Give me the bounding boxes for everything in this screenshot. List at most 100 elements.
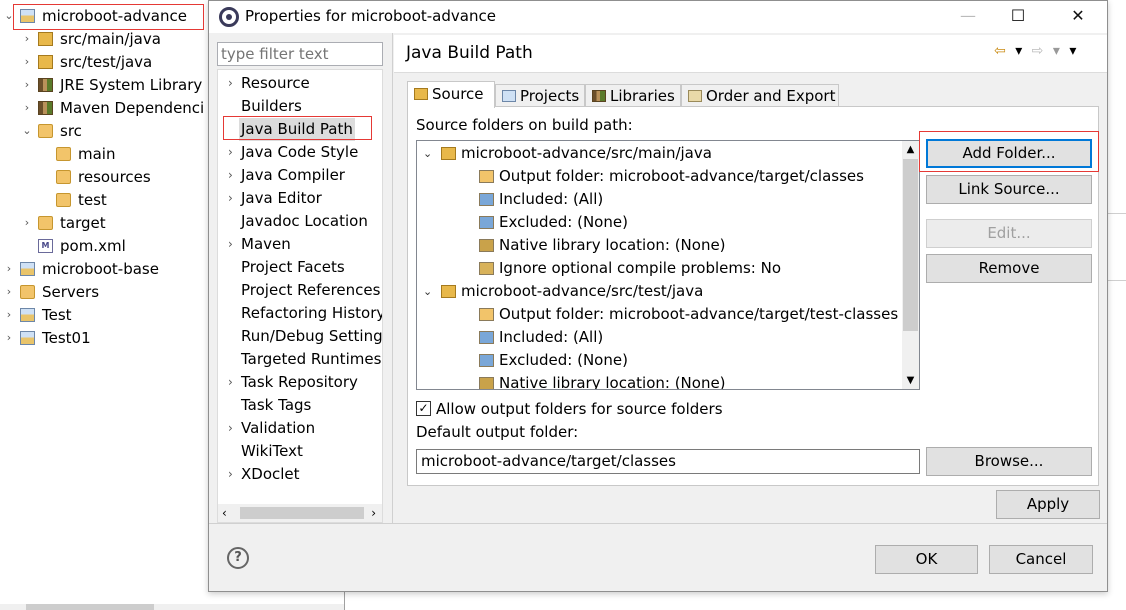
nav-item[interactable]: Task Tags: [218, 394, 382, 417]
dialog-titlebar[interactable]: Properties for microboot-advance — ☐ ✕: [209, 1, 1107, 33]
edit-button[interactable]: Edit...: [926, 219, 1092, 248]
scrollbar-thumb[interactable]: [240, 507, 364, 519]
nav-item[interactable]: › Resource: [218, 72, 382, 95]
browse-button[interactable]: Browse...: [926, 447, 1092, 476]
chevron-down-icon[interactable]: ⌄: [22, 120, 32, 142]
tab-order-and-export[interactable]: Order and Export: [681, 84, 839, 107]
chevron-right-icon[interactable]: ›: [4, 304, 14, 326]
scroll-down-icon[interactable]: ▼: [902, 372, 919, 389]
explorer-item-label: main: [78, 145, 116, 163]
source-folder-entry[interactable]: ⌄ microboot-advance/src/main/java: [417, 142, 901, 165]
allow-output-folders-checkbox[interactable]: ✓: [416, 401, 431, 416]
background-editor: [1108, 0, 1126, 610]
chevron-right-icon[interactable]: ›: [228, 187, 233, 210]
nav-item-label: Task Repository: [241, 373, 358, 391]
explorer-horizontal-scrollbar[interactable]: [0, 604, 345, 610]
nav-item[interactable]: › Validation: [218, 417, 382, 440]
minimize-button[interactable]: —: [945, 1, 991, 33]
history-navigation: ⇦ ▾ ⇨ ▾ ▾: [994, 43, 1081, 59]
chevron-right-icon[interactable]: ›: [4, 327, 14, 349]
chevron-right-icon[interactable]: ›: [228, 417, 233, 440]
tab-projects[interactable]: Projects: [495, 84, 585, 107]
chevron-right-icon[interactable]: ›: [4, 258, 14, 280]
scrollbar-thumb[interactable]: [903, 159, 918, 331]
nav-item[interactable]: Builders: [218, 95, 382, 118]
chevron-right-icon[interactable]: ›: [228, 463, 233, 486]
nav-item[interactable]: Refactoring History: [218, 302, 382, 325]
chevron-right-icon[interactable]: ›: [4, 281, 14, 303]
source-tree-vertical-scrollbar[interactable]: ▲ ▼: [902, 141, 919, 389]
nav-item[interactable]: Javadoc Location: [218, 210, 382, 233]
chevron-down-icon[interactable]: ⌄: [423, 142, 432, 165]
nav-item[interactable]: › Maven: [218, 233, 382, 256]
source-folder-entry[interactable]: ⌄ microboot-advance/src/test/java: [417, 280, 901, 303]
source-folder-attribute[interactable]: Ignore optional compile problems: No: [417, 257, 901, 280]
nav-item[interactable]: Run/Debug Settings: [218, 325, 382, 348]
forward-menu-chevron-icon[interactable]: ▾: [1053, 43, 1060, 59]
maximize-button[interactable]: ☐: [995, 1, 1041, 33]
close-button[interactable]: ✕: [1055, 1, 1101, 33]
default-output-folder-field[interactable]: microboot-advance/target/classes: [416, 449, 920, 474]
nav-item[interactable]: Java Build Path: [218, 118, 382, 141]
source-folder-icon: [441, 147, 456, 160]
nav-item-label: Javadoc Location: [241, 212, 368, 230]
chevron-down-icon[interactable]: ⌄: [4, 5, 14, 27]
nav-item[interactable]: › Java Editor: [218, 187, 382, 210]
link-source-button[interactable]: Link Source...: [926, 175, 1092, 204]
nav-item[interactable]: WikiText: [218, 440, 382, 463]
tab-libraries[interactable]: Libraries: [585, 84, 681, 107]
scroll-right-icon[interactable]: ›: [371, 504, 376, 522]
chevron-right-icon[interactable]: ›: [22, 97, 32, 119]
tab-source[interactable]: Source: [407, 81, 495, 108]
source-folder-attribute[interactable]: Excluded: (None): [417, 349, 901, 372]
scroll-up-icon[interactable]: ▲: [902, 141, 919, 158]
allow-output-folders-label[interactable]: Allow output folders for source folders: [436, 399, 723, 419]
nav-item[interactable]: Project Facets: [218, 256, 382, 279]
chevron-right-icon[interactable]: [40, 143, 50, 165]
nav-horizontal-scrollbar[interactable]: ‹ ›: [218, 504, 382, 522]
help-icon[interactable]: ?: [227, 547, 249, 569]
filter-input[interactable]: [217, 42, 383, 66]
source-folder-attribute[interactable]: Excluded: (None): [417, 211, 901, 234]
chevron-right-icon[interactable]: [40, 189, 50, 211]
projects-icon: [502, 90, 516, 102]
scrollbar-thumb[interactable]: [26, 604, 154, 610]
chevron-right-icon[interactable]: ›: [228, 141, 233, 164]
source-folder-attribute[interactable]: Included: (All): [417, 188, 901, 211]
apply-button[interactable]: Apply: [996, 490, 1100, 519]
included-icon: [479, 193, 494, 206]
source-folder-attribute[interactable]: Native library location: (None): [417, 372, 901, 389]
back-arrow-icon[interactable]: ⇦: [994, 43, 1006, 59]
source-folder-attribute[interactable]: Native library location: (None): [417, 234, 901, 257]
source-folder-attribute[interactable]: Output folder: microboot-advance/target/…: [417, 303, 901, 326]
back-menu-chevron-icon[interactable]: ▾: [1015, 43, 1022, 59]
source-folders-tree[interactable]: ⌄ microboot-advance/src/main/java Output f…: [416, 140, 920, 390]
nav-item[interactable]: Project References: [218, 279, 382, 302]
chevron-right-icon[interactable]: [22, 235, 32, 257]
forward-arrow-icon[interactable]: ⇨: [1032, 43, 1044, 59]
scroll-left-icon[interactable]: ‹: [222, 504, 227, 522]
ok-button[interactable]: OK: [875, 545, 978, 574]
remove-button[interactable]: Remove: [926, 254, 1092, 283]
view-menu-chevron-icon[interactable]: ▾: [1069, 43, 1076, 59]
chevron-right-icon[interactable]: ›: [228, 72, 233, 95]
chevron-right-icon[interactable]: [40, 166, 50, 188]
chevron-right-icon[interactable]: ›: [228, 371, 233, 394]
sash-divider[interactable]: [392, 33, 393, 523]
chevron-down-icon[interactable]: ⌄: [423, 280, 432, 303]
cancel-button[interactable]: Cancel: [989, 545, 1093, 574]
source-folder-attribute[interactable]: Output folder: microboot-advance/target/…: [417, 165, 901, 188]
chevron-right-icon[interactable]: ›: [22, 74, 32, 96]
nav-item[interactable]: › Task Repository: [218, 371, 382, 394]
chevron-right-icon[interactable]: ›: [228, 233, 233, 256]
chevron-right-icon[interactable]: ›: [228, 164, 233, 187]
nav-item[interactable]: › XDoclet: [218, 463, 382, 486]
add-folder-button[interactable]: Add Folder...: [926, 139, 1092, 168]
source-folder-attribute[interactable]: Included: (All): [417, 326, 901, 349]
nav-item[interactable]: › Java Code Style: [218, 141, 382, 164]
nav-item[interactable]: › Java Compiler: [218, 164, 382, 187]
chevron-right-icon[interactable]: ›: [22, 212, 32, 234]
nav-item[interactable]: Targeted Runtimes: [218, 348, 382, 371]
chevron-right-icon[interactable]: ›: [22, 51, 32, 73]
chevron-right-icon[interactable]: ›: [22, 28, 32, 50]
